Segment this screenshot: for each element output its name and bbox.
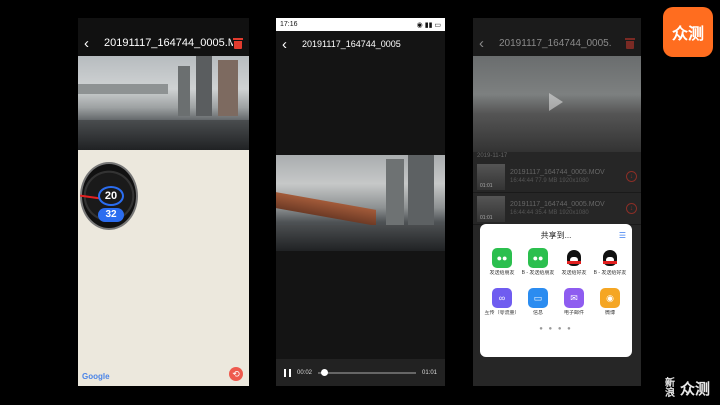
play-icon[interactable] xyxy=(549,93,563,111)
phone-screen-map-view: ‹ 20191117_164744_0005.M 20 32 Google ⟲ xyxy=(78,18,249,386)
file-name: 20191117_164744_0005.MOV xyxy=(510,168,605,176)
player-controls: 00:02 01:01 xyxy=(276,359,445,386)
date-header: 2019-11-17 xyxy=(477,153,508,159)
message-icon: ▭ xyxy=(528,288,548,308)
back-arrow-icon[interactable]: ‹ xyxy=(479,36,493,51)
status-bar: 17:16 ◉ ▮▮ ▭ xyxy=(276,18,445,31)
share-item-qq[interactable]: 发送给好友 xyxy=(556,248,592,284)
mail-icon: ✉ xyxy=(564,288,584,308)
video-title: 20191117_164744_0005.M xyxy=(104,37,233,49)
phone-screen-player: 17:16 ◉ ▮▮ ▭ ‹ 20191117_164744_0005 00:0… xyxy=(276,18,445,386)
list-icon[interactable]: ☰ xyxy=(619,224,626,248)
file-thumbnail: 01:01 xyxy=(477,195,505,222)
map-view[interactable]: 20 32 Google ⟲ xyxy=(78,150,249,386)
wechat-icon: ●● xyxy=(492,248,512,268)
share-item-mail[interactable]: ✉ 电子邮件 xyxy=(556,288,592,324)
zhongce-logo: 众测 xyxy=(663,7,713,57)
status-icons: ◉ ▮▮ ▭ xyxy=(416,21,441,29)
share-grid: ●● 发送给朋友 ●● B - 发送给朋友 发送给好友 B - 发送给好友 ∞ … xyxy=(480,248,632,324)
status-bar xyxy=(473,18,641,30)
share-item-message[interactable]: ▭ 信息 xyxy=(520,288,556,324)
video-title: 20191117_164744_0005. xyxy=(499,37,612,49)
nav-bar: ‹ 20191117_164744_0005.M xyxy=(78,30,249,56)
video-title: 20191117_164744_0005 xyxy=(302,39,401,49)
file-thumbnail: 01:01 xyxy=(477,163,505,190)
speedometer-gauge: 20 32 xyxy=(79,162,138,230)
video-frame[interactable] xyxy=(78,56,249,150)
sina-zhongce-watermark: 新浪 众测 xyxy=(664,377,710,399)
current-time: 00:02 xyxy=(297,369,313,376)
back-arrow-icon[interactable]: ‹ xyxy=(84,36,98,51)
pause-icon[interactable] xyxy=(284,368,291,377)
seek-bar[interactable] xyxy=(318,368,416,376)
seek-knob[interactable] xyxy=(320,368,328,376)
google-logo: Google xyxy=(82,372,110,381)
share-title: 共享到... xyxy=(540,231,572,240)
back-arrow-icon[interactable]: ‹ xyxy=(282,37,296,52)
delete-icon[interactable] xyxy=(625,37,635,49)
share-item-qq-b[interactable]: B - 发送给好友 xyxy=(592,248,628,284)
pager-dots: ● ● ● ● xyxy=(539,326,573,332)
video-frame[interactable] xyxy=(276,155,445,251)
video-frame[interactable] xyxy=(473,56,641,152)
share-item-wechat-b[interactable]: ●● B - 发送给朋友 xyxy=(520,248,556,284)
status-bar xyxy=(78,18,249,30)
weibo-icon: ◉ xyxy=(600,288,620,308)
delete-icon[interactable] xyxy=(233,37,243,49)
share-sheet: 共享到... ☰ ●● 发送给朋友 ●● B - 发送给朋友 发送给好友 B -… xyxy=(480,224,632,357)
download-icon[interactable]: ↓ xyxy=(626,203,637,214)
nav-bar: ‹ 20191117_164744_0005 xyxy=(276,31,445,57)
file-row[interactable]: 01:01 20191117_164744_0005.MOV 16:44:44 … xyxy=(473,193,641,225)
collage: ‹ 20191117_164744_0005.M 20 32 Google ⟲ … xyxy=(0,0,720,405)
status-time: 17:16 xyxy=(280,21,298,28)
gauge-speed: 20 xyxy=(98,186,124,206)
file-name: 20191117_164744_0005.MOV xyxy=(510,200,605,208)
qq-icon xyxy=(564,248,584,268)
gauge-limit: 32 xyxy=(98,208,124,222)
nav-bar: ‹ 20191117_164744_0005. xyxy=(473,30,641,56)
file-row[interactable]: 01:01 20191117_164744_0005.MOV 16:44:44 … xyxy=(473,161,641,193)
locate-button[interactable]: ⟲ xyxy=(229,367,243,381)
qq-icon xyxy=(600,248,620,268)
wechat-icon: ●● xyxy=(528,248,548,268)
total-time: 01:01 xyxy=(421,369,437,376)
share-item-weibo[interactable]: ◉ 微博 xyxy=(592,288,628,324)
transfer-icon: ∞ xyxy=(492,288,512,308)
download-icon[interactable]: ↓ xyxy=(626,171,637,182)
share-item-transfer[interactable]: ∞ 互传（零流量） xyxy=(484,288,520,324)
share-item-wechat[interactable]: ●● 发送给朋友 xyxy=(484,248,520,284)
